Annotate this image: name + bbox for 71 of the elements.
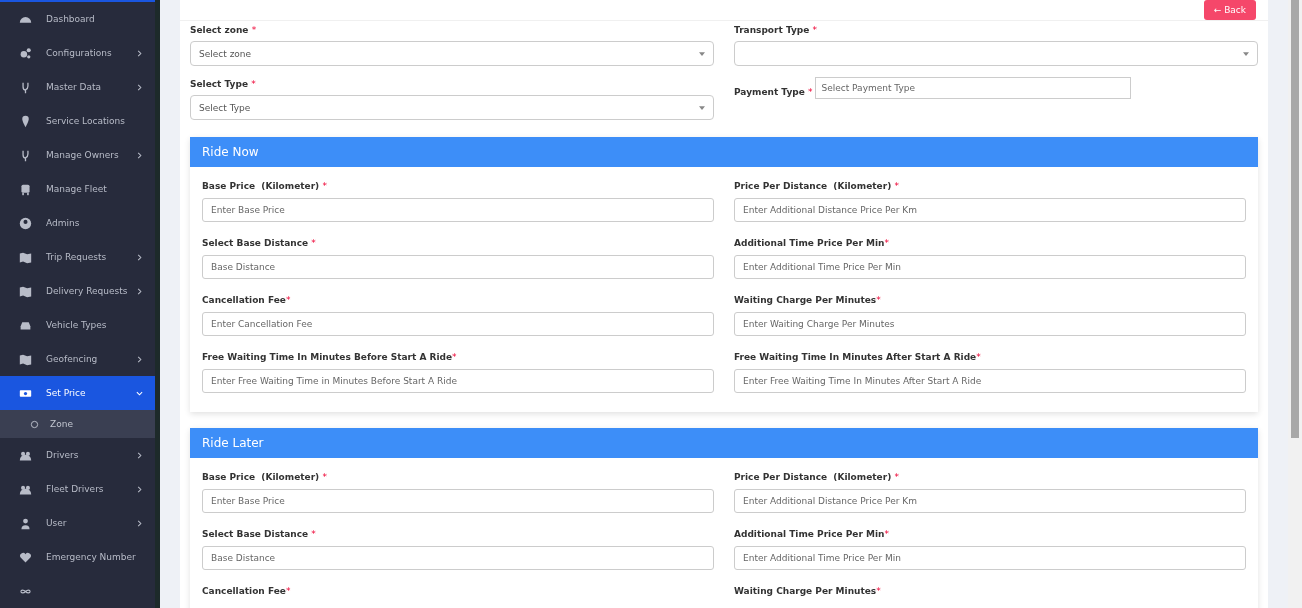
input-field[interactable]: Base Distance — [202, 546, 714, 570]
bus-icon — [19, 182, 32, 196]
sidebar-subitem[interactable]: Zone — [0, 410, 155, 438]
input-field[interactable]: Enter Additional Distance Price Per Km — [734, 489, 1246, 513]
sidebar-item[interactable]: Dashboard — [0, 2, 155, 36]
sidebar-item[interactable]: Manage Owners — [0, 138, 155, 172]
input-field[interactable]: Enter Free Waiting Time in Minutes Before Start A Ride — [202, 369, 714, 393]
select-field[interactable]: Select Type — [190, 95, 714, 120]
sidebar-item[interactable]: User — [0, 506, 155, 540]
user-circle-icon — [19, 216, 32, 230]
input-field[interactable]: Enter Additional Time Price Per Min — [734, 255, 1246, 279]
input-field[interactable]: Enter Free Waiting Time In Minutes After Start A Ride — [734, 369, 1246, 393]
input-field[interactable]: Enter Waiting Charge Per Minutes — [734, 312, 1246, 336]
map-icon — [19, 284, 32, 298]
sidebar-item[interactable]: Vehicle Types — [0, 308, 155, 342]
heart-icon — [19, 550, 32, 564]
sidebar-item[interactable]: Delivery Requests — [0, 274, 155, 308]
sidebar-item[interactable]: Manage Fleet — [0, 172, 155, 206]
sidebar-item[interactable]: Service Locations — [0, 104, 155, 138]
field-label: Select zone * — [190, 24, 258, 37]
select-field[interactable]: Select zone — [190, 41, 714, 66]
field-label: Waiting Charge Per Minutes* — [734, 294, 882, 307]
field-label: Select Base Distance * — [202, 528, 317, 541]
field-label: Free Waiting Time In Minutes After Start A Ride* — [734, 351, 982, 364]
field-label: Base Price (Kilometer) * — [202, 471, 328, 484]
field-label: Free Waiting Time In Minutes Before Start A Ride* — [202, 351, 458, 364]
back-button[interactable]: ← Back — [1203, 0, 1256, 20]
caret-icon — [699, 105, 705, 110]
caret-icon — [699, 51, 705, 56]
input-field[interactable]: Enter Base Price — [202, 489, 714, 513]
input-field[interactable]: Select Payment Type — [815, 77, 1132, 99]
field-label: Additional Time Price Per Min* — [734, 528, 890, 541]
field-label: Price Per Distance (Kilometer) * — [734, 180, 900, 193]
field-label: Transport Type * — [734, 24, 819, 37]
user-icon — [19, 516, 32, 530]
sidebar-item[interactable]: Configurations — [0, 36, 155, 70]
field-label: Select Type * — [190, 78, 257, 91]
sidebar-item[interactable]: Fleet Drivers — [0, 472, 155, 506]
caret-icon — [1243, 51, 1249, 56]
sidebar-item[interactable]: Set Price — [0, 376, 155, 410]
field-label: Cancellation Fee* — [202, 294, 292, 307]
infinity-icon — [20, 588, 31, 594]
input-field[interactable]: Enter Base Price — [202, 198, 714, 222]
fork-icon — [19, 148, 32, 162]
field-label: Additional Time Price Per Min* — [734, 237, 890, 250]
sidebar-item[interactable]: Trip Requests — [0, 240, 155, 274]
field-label: Price Per Distance (Kilometer) * — [734, 471, 900, 484]
sidebar-item[interactable]: Drivers — [0, 438, 155, 472]
field-label: Payment Type * — [734, 86, 813, 99]
field-label: Select Base Distance * — [202, 237, 317, 250]
select-field[interactable] — [734, 41, 1258, 66]
scrollbar[interactable] — [1288, 0, 1302, 608]
input-field[interactable]: Enter Additional Distance Price Per Km — [734, 198, 1246, 222]
sidebar-item[interactable]: Master Data — [0, 70, 155, 104]
field-label: Waiting Charge Per Minutes* — [734, 585, 882, 598]
gears-icon — [19, 46, 32, 60]
circle-icon — [30, 419, 39, 429]
fork-icon — [19, 80, 32, 94]
input-field[interactable]: Enter Additional Time Price Per Min — [734, 546, 1246, 570]
section-header: Ride Now — [190, 137, 1258, 167]
section-header: Ride Later — [190, 428, 1258, 458]
pin-icon — [19, 114, 32, 128]
input-field[interactable]: Enter Cancellation Fee — [202, 312, 714, 336]
sidebar-item[interactable]: Geofencing — [0, 342, 155, 376]
field-label: Base Price (Kilometer) * — [202, 180, 328, 193]
sidebar-item[interactable]: Emergency Number — [0, 540, 155, 574]
input-field[interactable]: Base Distance — [202, 255, 714, 279]
map-icon — [19, 352, 32, 366]
field-label: Cancellation Fee* — [202, 585, 292, 598]
map-icon — [19, 250, 32, 264]
sidebar-item[interactable]: Admins — [0, 206, 155, 240]
